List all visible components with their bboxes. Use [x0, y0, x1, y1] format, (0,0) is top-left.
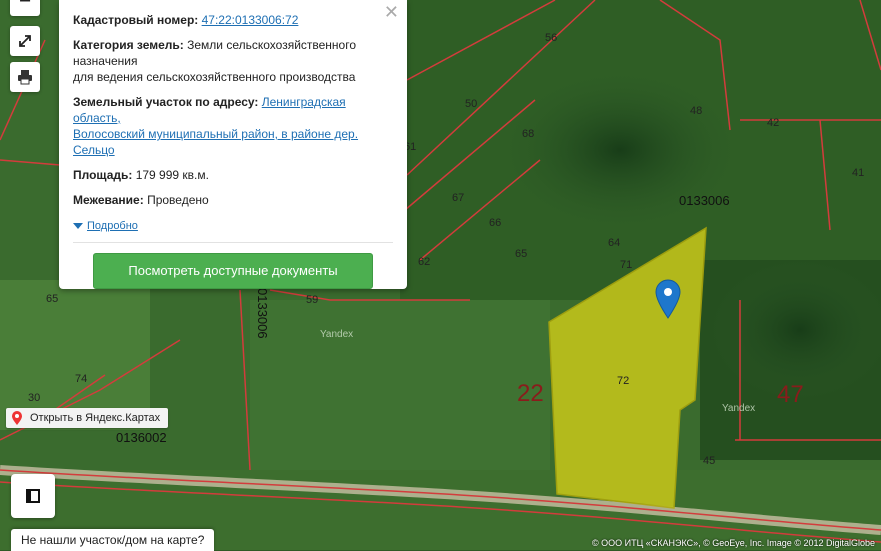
expand-icon — [19, 35, 31, 47]
category-value: Земли сельскохозяйственного — [187, 38, 357, 52]
parcel-label: 62 — [418, 256, 430, 268]
layers-button[interactable] — [11, 474, 55, 518]
details-link[interactable]: Подробно — [87, 220, 138, 232]
fullscreen-button[interactable] — [10, 26, 40, 56]
address-link[interactable]: Сельцо — [73, 143, 115, 157]
print-button[interactable] — [10, 62, 40, 92]
address-link[interactable]: Волосовский муниципальный район, в район… — [73, 127, 358, 141]
details-toggle[interactable]: Подробно — [73, 217, 393, 234]
not-found-help-link[interactable]: Не нашли участок/дом на карте? — [11, 529, 215, 551]
zoom-out-button[interactable]: − — [10, 0, 40, 16]
parcel-label: 45 — [703, 455, 715, 467]
parcel-label: 64 — [608, 237, 620, 249]
parcel-label: 50 — [465, 98, 477, 110]
divider — [73, 242, 393, 243]
block-number: 47 — [777, 381, 804, 408]
parcel-label: 56 — [545, 32, 557, 44]
open-in-yandex-maps-link[interactable]: Открыть в Яндекс.Картах — [6, 408, 169, 428]
area-label: Площадь: — [73, 168, 133, 182]
quarter-label: 0133006 — [679, 193, 730, 208]
parcel-label: 65 — [515, 248, 527, 260]
address-label: Земельный участок по адресу: — [73, 95, 259, 109]
parcel-label: 71 — [620, 259, 632, 271]
parcel-label: 48 — [690, 105, 702, 117]
parcel-label: 67 — [452, 192, 464, 204]
view-documents-button[interactable]: Посмотреть доступные документы — [93, 253, 373, 289]
cadastral-label: Кадастровый номер: — [73, 13, 199, 27]
parcel-label: 72 — [617, 375, 629, 387]
parcel-label: 41 — [852, 167, 864, 179]
triangle-down-icon — [73, 222, 83, 229]
yandex-link-label: Открыть в Яндекс.Картах — [30, 412, 161, 424]
survey-value: Проведено — [147, 193, 209, 207]
close-icon[interactable]: ✕ — [384, 3, 399, 21]
layers-icon — [26, 489, 40, 503]
category-value: для ведения сельскохозяйственного произв… — [73, 70, 356, 84]
parcel-label: 59 — [306, 294, 318, 306]
map-watermark: Yandex — [320, 329, 353, 340]
block-number: 22 — [517, 380, 544, 407]
map-copyright: © ООО ИТЦ «СКАНЭКС», © GeoEye, Inc. Imag… — [592, 538, 875, 548]
parcel-label: 30 — [28, 392, 40, 404]
category-label: Категория земель: — [73, 38, 184, 52]
parcel-label: 74 — [75, 373, 87, 385]
area-value: 179 999 кв.м. — [135, 168, 209, 182]
printer-icon — [18, 70, 32, 85]
category-value: назначения — [73, 54, 138, 68]
parcel-label: 68 — [522, 128, 534, 140]
parcel-label: 66 — [489, 217, 501, 229]
parcel-info-popup: ✕ Кадастровый номер: 47:22:0133006:72 Ка… — [59, 0, 407, 289]
map-watermark: Yandex — [722, 403, 755, 414]
quarter-label: 0133006 — [255, 288, 270, 339]
survey-label: Межевание: — [73, 193, 144, 207]
cadastral-number-link[interactable]: 47:22:0133006:72 — [202, 13, 299, 27]
parcel-label: 42 — [767, 117, 779, 129]
minus-icon: − — [19, 0, 31, 12]
map-pin-icon — [12, 411, 22, 425]
quarter-label: 0136002 — [116, 430, 167, 445]
parcel-label: 65 — [46, 293, 58, 305]
